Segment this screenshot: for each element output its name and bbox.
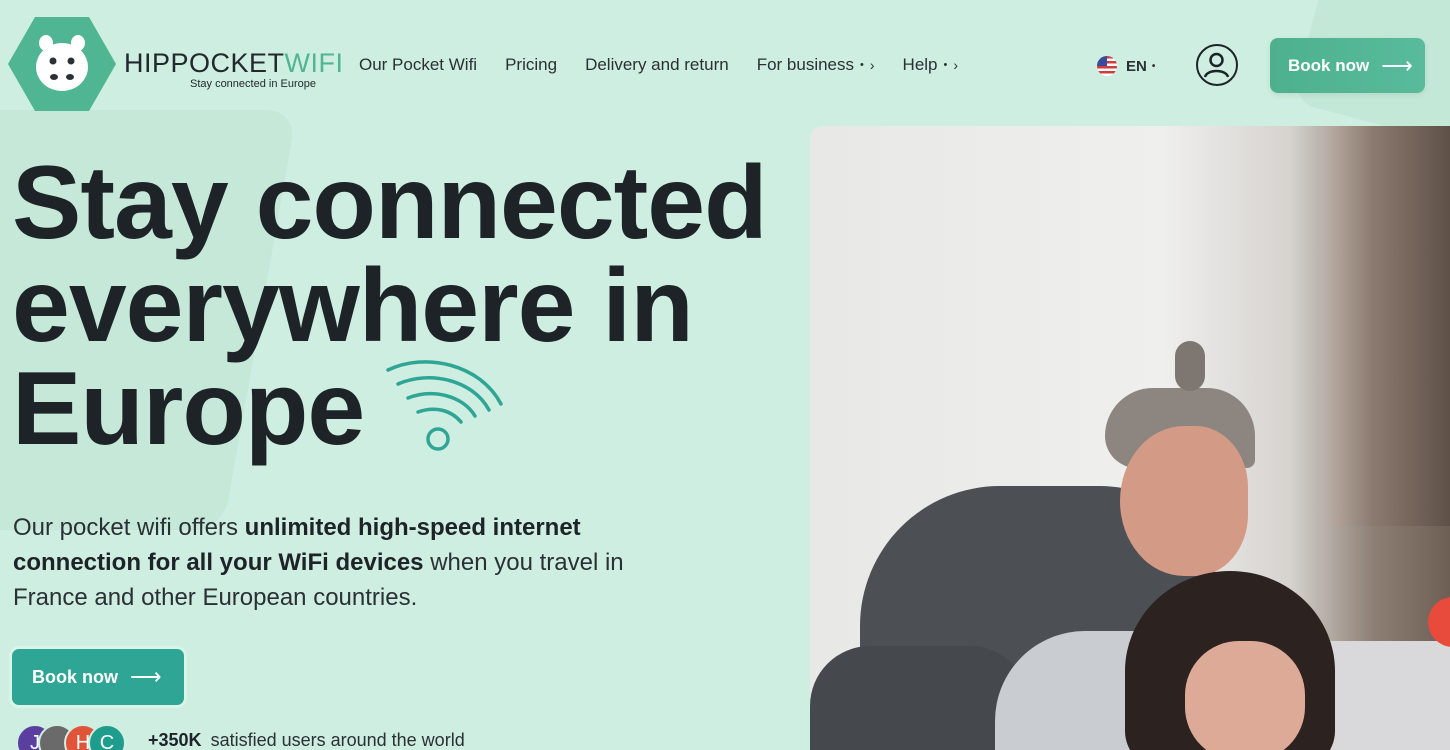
nav-delivery-and-return[interactable]: Delivery and return	[585, 55, 729, 75]
nav-label: For business	[756, 55, 855, 74]
button-label: Book now	[32, 666, 118, 687]
hero-title-line: Stay connected	[12, 145, 768, 261]
hero-title-line: everywhere in	[12, 248, 694, 364]
nav-label: Pricing	[505, 55, 558, 74]
avatar: C	[88, 724, 126, 750]
satisfied-users: +350K satisfied users around the world	[148, 730, 465, 750]
language-code: EN	[1126, 57, 1147, 75]
user-avatars: J H C	[16, 724, 136, 750]
account-button[interactable]	[1196, 44, 1238, 86]
logo-icon[interactable]	[8, 17, 116, 111]
nav-label: Our Pocket Wifi	[359, 55, 478, 74]
hero-image	[810, 126, 1450, 750]
users-text: satisfied users around the world	[210, 730, 465, 750]
hero-text-part: Our pocket wifi offers	[13, 514, 245, 541]
nav-label: Delivery and return	[585, 55, 729, 74]
dropdown-dot-icon: •	[860, 59, 864, 71]
man-head	[1120, 426, 1248, 576]
dropdown-dot-icon: •	[1151, 60, 1156, 72]
brand-name-part1: HIPPOCKET	[124, 48, 285, 78]
header-book-now-button[interactable]: Book now ⟶	[1270, 38, 1425, 93]
dropdown-dot-icon: •	[943, 59, 948, 71]
brand-tagline: Stay connected in Europe	[190, 78, 316, 90]
hero-book-now-button[interactable]: Book now ⟶	[12, 649, 184, 705]
chevron-right-icon: ›	[953, 57, 959, 73]
wifi-icon	[386, 360, 503, 451]
main-nav: Our Pocket Wifi Pricing Delivery and ret…	[359, 55, 986, 75]
man-hair-bun	[1175, 341, 1205, 391]
site-header: HIPPOCKETWIFI Stay connected in Europe O…	[0, 0, 1450, 125]
woman-face	[1185, 641, 1305, 750]
nav-pricing[interactable]: Pricing	[505, 55, 557, 75]
arrow-right-icon: ⟶	[1381, 52, 1413, 78]
brand-name-part2: WIFI	[284, 48, 344, 78]
users-count: +350K	[148, 730, 202, 750]
brand-name[interactable]: HIPPOCKETWIFI	[124, 48, 344, 79]
arrow-right-icon: ⟶	[130, 664, 162, 689]
us-flag-icon	[1097, 56, 1117, 76]
nav-for-business[interactable]: For business • ›	[757, 55, 875, 75]
nav-our-pocket-wifi[interactable]: Our Pocket Wifi	[359, 55, 477, 75]
button-label: Book now	[1288, 55, 1370, 75]
hero-description: Our pocket wifi offers unlimited high-sp…	[13, 510, 653, 615]
nav-help[interactable]: Help • ›	[903, 55, 959, 75]
language-selector[interactable]: EN •	[1097, 56, 1155, 76]
user-icon	[1203, 52, 1230, 78]
nav-label: Help	[902, 55, 938, 74]
curtain	[1330, 126, 1450, 526]
chevron-right-icon: ›	[869, 57, 875, 73]
